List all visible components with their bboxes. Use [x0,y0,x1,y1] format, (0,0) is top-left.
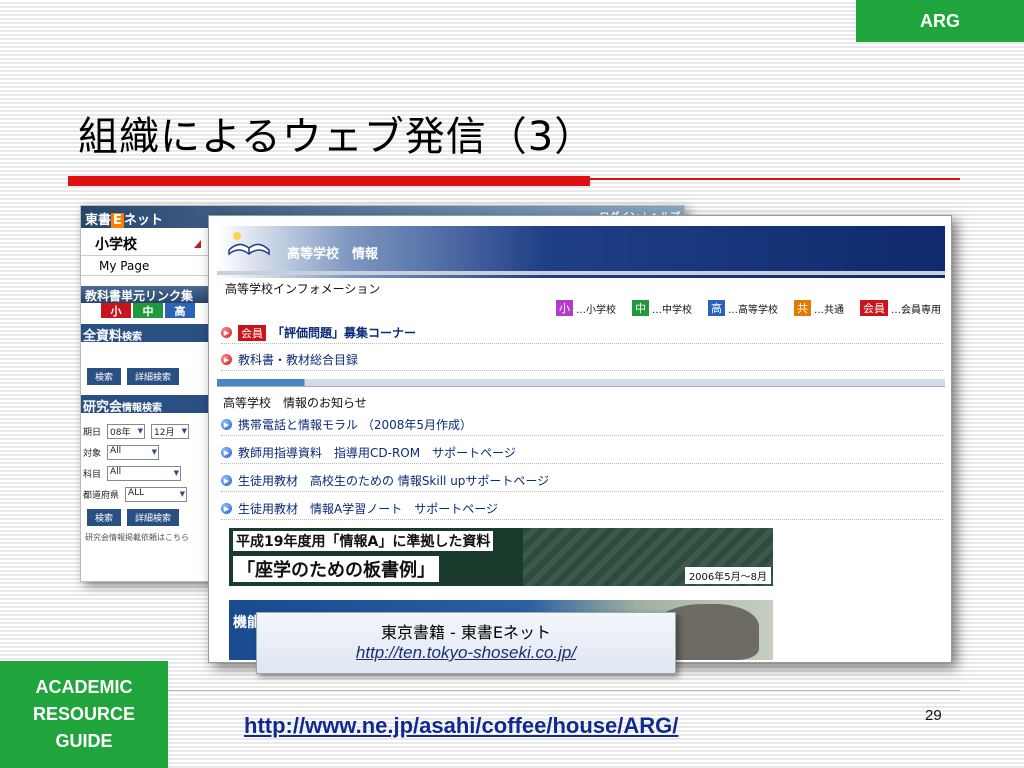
title-underline-thick [68,176,590,186]
box-line-3: GUIDE [55,731,113,751]
callout-site-name: 東京書籍 - 東書Eネット [380,623,552,642]
back-site-logo-prefix: 東書 [85,213,112,228]
info-item-link[interactable]: 教科書・教材総合目録 [238,351,358,368]
level-button-elementary[interactable]: 小 [101,303,131,318]
news-item-link[interactable]: 生徒用教材 高校生のための 情報Skill upサポートページ [238,472,549,489]
slide-title: 組織によるウェブ発信（3） [78,114,596,160]
banner-line-2: 「座学のための板書例」 [233,556,439,582]
news-rule [217,386,945,387]
back-site-logo-e: E [111,213,124,228]
section-divider [217,379,945,386]
legend-tag-member: 会員 [860,300,888,316]
level-button-junior[interactable]: 中 [133,303,163,318]
arg-badge: ARG [856,0,1024,42]
legend-text-elementary: …小学校 [576,304,616,316]
search-button-2[interactable]: 検索 [87,509,122,526]
banner-date: 2006年5月～8月 [684,567,771,584]
back-site-logo-suffix: ネット [123,213,163,228]
page-number: 29 [925,707,942,724]
level-buttons: 小 中 高 [81,303,211,318]
legend-text-common: …共通 [814,304,844,316]
news-section-title: 高等学校 情報のお知らせ [223,396,367,410]
prefecture-select[interactable]: ALL [125,487,188,502]
front-screenshot: 高等学校 情報 高等学校インフォメーション 小 …小学校 中 …中学校 高 …高等学校… [208,215,952,663]
legend-tag-common: 共 [794,300,811,316]
news-item-link[interactable]: 携帯電話と情報モラル （2008年5月作成） [238,416,472,433]
info-item-catalog[interactable]: ▶ 教科書・教材総合目録 [221,349,943,371]
level-tab-label: 小学校 [95,237,137,253]
site-callout: 東京書籍 - 東書Eネット http://ten.tokyo-shoseki.c… [256,612,676,674]
member-tag: 会員 [238,324,266,341]
arrow-bullet-icon: ▶ [221,475,232,486]
unit-link-bar[interactable]: 教科書単元リンク集 [81,286,211,303]
arrow-bullet-icon: ▶ [221,503,232,514]
callout-site-url[interactable]: http://ten.tokyo-shoseki.co.jp/ [257,643,675,663]
info-section-title: 高等学校インフォメーション [225,282,381,296]
all-materials-suffix: 検索 [122,332,143,343]
form-row-target: 対象 All [81,442,211,463]
info-item-link[interactable]: 「評価問題」募集コーナー [272,324,416,341]
legend-tag-high: 高 [708,300,725,316]
front-header-title: 高等学校 情報 [287,246,379,262]
legend-tag-junior: 中 [632,300,649,316]
banner-line-1: 平成19年度用「情報A」に準拠した資料 [233,531,494,551]
legend-tag-elementary: 小 [556,300,573,316]
seminar-search-title: 研究会情報検索 [81,395,211,415]
subject-select[interactable]: All [107,466,182,481]
news-item[interactable]: ▶ 生徒用教材 高校生のための 情報Skill upサポートページ [221,470,943,492]
target-select[interactable]: All [107,445,160,460]
legend-text-member: …会員専用 [891,304,941,316]
target-label: 対象 [83,449,102,459]
level-button-high[interactable]: 高 [165,303,195,318]
seminar-label: 研究会 [83,400,123,415]
title-underline-thin [590,178,960,180]
legend-text-junior: …中学校 [652,304,692,316]
info-item-evaluation[interactable]: ▶ 会員 「評価問題」募集コーナー [221,322,943,344]
footer-url-link[interactable]: http://www.ne.jp/asahi/coffee/house/ARG/ [244,713,678,739]
academic-resource-guide-box: ACADEMIC RESOURCE GUIDE [0,661,168,768]
arrow-bullet-icon: ▶ [221,327,232,338]
seminar-suffix: 情報検索 [122,403,163,414]
box-line-1: ACADEMIC [35,677,133,697]
month-select[interactable]: 12月 [151,424,190,439]
info-divider [217,271,945,275]
date-label: 期日 [83,428,102,438]
news-item[interactable]: ▶ 携帯電話と情報モラル （2008年5月作成） [221,414,943,436]
legend-text-high: …高等学校 [728,304,778,316]
detail-search-button-2[interactable]: 詳細検索 [127,509,180,526]
news-item[interactable]: ▶ 生徒用教材 情報A学習ノート サポートページ [221,498,943,520]
all-materials-label: 全資料 [83,329,123,344]
seminar-search-form: 期日 08年 12月 対象 All 科目 All 都道府県 ALL [81,421,211,505]
level-tab[interactable]: 小学校 [81,228,211,256]
detail-search-button[interactable]: 詳細検索 [127,368,180,385]
blackboard-banner[interactable]: 平成19年度用「情報A」に準拠した資料 「座学のための板書例」 2006年5月～… [229,528,773,586]
form-row-prefecture: 都道府県 ALL [81,484,211,505]
open-book-icon [228,232,270,256]
prefecture-label: 都道府県 [83,491,120,501]
tab-corner-icon [194,240,201,248]
arrow-bullet-icon: ▶ [221,354,232,365]
news-item-link[interactable]: 生徒用教材 情報A学習ノート サポートページ [238,500,498,517]
form-row-date: 期日 08年 12月 [81,421,211,442]
footer-rule [160,690,960,691]
box-line-2: RESOURCE [32,704,135,724]
arrow-bullet-icon: ▶ [221,419,232,430]
news-item[interactable]: ▶ 教師用指導資料 指導用CD-ROM サポートページ [221,442,943,464]
subject-label: 科目 [83,470,102,480]
search-button[interactable]: 検索 [87,368,122,385]
year-select[interactable]: 08年 [107,424,146,439]
level-legend: 小 …小学校 中 …中学校 高 …高等学校 共 …共通 会員 …会員専用 [556,300,941,316]
form-row-subject: 科目 All [81,463,211,484]
arrow-bullet-icon: ▶ [221,447,232,458]
all-materials-search-title: 全資料検索 [81,324,211,344]
mypage-link[interactable]: My Page [81,256,211,276]
news-item-link[interactable]: 教師用指導資料 指導用CD-ROM サポートページ [238,444,516,461]
